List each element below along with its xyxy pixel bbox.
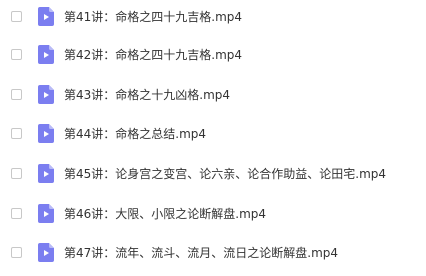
- video-file-icon: [38, 123, 54, 143]
- select-checkbox[interactable]: [11, 48, 22, 60]
- select-checkbox[interactable]: [11, 88, 22, 100]
- file-name[interactable]: 第44讲：命格之总结.mp4: [64, 125, 206, 142]
- file-list: 第41讲：命格之四十九吉格.mp4 第42讲：命格之四十九吉格.mp4 第43讲…: [0, 0, 426, 276]
- select-checkbox[interactable]: [11, 246, 22, 258]
- file-row[interactable]: 第46讲：大限、小限之论断解盘.mp4: [0, 198, 426, 228]
- file-row[interactable]: 第45讲：论身宫之变宫、论六亲、论合作助益、论田宅.mp4: [0, 158, 426, 188]
- select-checkbox[interactable]: [11, 207, 22, 219]
- select-checkbox[interactable]: [11, 10, 22, 22]
- file-name[interactable]: 第45讲：论身宫之变宫、论六亲、论合作助益、论田宅.mp4: [64, 165, 386, 182]
- file-name[interactable]: 第43讲：命格之十九凶格.mp4: [64, 86, 230, 103]
- select-checkbox[interactable]: [11, 127, 22, 139]
- file-name[interactable]: 第42讲：命格之四十九吉格.mp4: [64, 46, 242, 63]
- video-file-icon: [38, 242, 54, 262]
- file-row[interactable]: 第43讲：命格之十九凶格.mp4: [0, 79, 426, 109]
- video-file-icon: [38, 203, 54, 223]
- video-file-icon: [38, 84, 54, 104]
- file-row[interactable]: 第41讲：命格之四十九吉格.mp4: [0, 1, 426, 31]
- file-name[interactable]: 第47讲：流年、流斗、流月、流日之论断解盘.mp4: [64, 244, 338, 261]
- file-name[interactable]: 第41讲：命格之四十九吉格.mp4: [64, 8, 242, 25]
- file-row[interactable]: 第42讲：命格之四十九吉格.mp4: [0, 39, 426, 69]
- video-file-icon: [38, 163, 54, 183]
- video-file-icon: [38, 6, 54, 26]
- file-row[interactable]: 第47讲：流年、流斗、流月、流日之论断解盘.mp4: [0, 237, 426, 267]
- select-checkbox[interactable]: [11, 167, 22, 179]
- file-row[interactable]: 第44讲：命格之总结.mp4: [0, 118, 426, 148]
- video-file-icon: [38, 44, 54, 64]
- file-name[interactable]: 第46讲：大限、小限之论断解盘.mp4: [64, 205, 266, 222]
